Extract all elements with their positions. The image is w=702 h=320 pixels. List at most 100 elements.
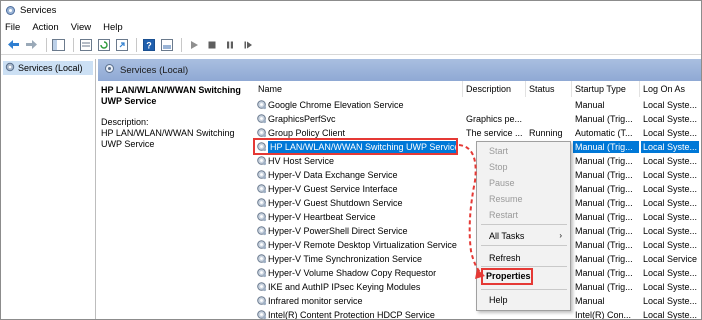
toolbar: ? bbox=[1, 35, 701, 55]
service-logon-cell: Local Syste... bbox=[643, 114, 698, 124]
menu-help[interactable]: Help bbox=[103, 22, 123, 33]
context-item-help[interactable]: Help bbox=[489, 295, 508, 305]
console-icon[interactable] bbox=[159, 37, 174, 52]
service-logon-cell: Local Syste... bbox=[643, 128, 698, 138]
menu-file[interactable]: File bbox=[5, 22, 20, 33]
service-gear-icon bbox=[256, 295, 267, 308]
column-header-description[interactable]: Description bbox=[466, 84, 511, 94]
list-header: Name Description Status Startup Type Log… bbox=[253, 81, 701, 97]
column-header-name[interactable]: Name bbox=[258, 84, 282, 94]
pane-header-title: Services (Local) bbox=[120, 64, 189, 76]
services-gear-icon bbox=[5, 62, 15, 74]
description-label: Description: bbox=[101, 117, 149, 127]
menu-view[interactable]: View bbox=[71, 22, 91, 33]
tree-item-services-local[interactable]: Services (Local) bbox=[3, 61, 93, 75]
service-name-cell: GraphicsPerfSvc bbox=[268, 114, 336, 124]
service-gear-icon bbox=[256, 99, 267, 112]
service-logon-cell: Local Syste... bbox=[643, 170, 698, 180]
toolbar-separator bbox=[136, 37, 137, 52]
properties-sheet-icon[interactable] bbox=[78, 37, 93, 52]
pause-service-icon[interactable] bbox=[222, 37, 237, 52]
service-gear-icon bbox=[256, 169, 267, 182]
description-text-line: UWP Service bbox=[101, 139, 155, 149]
service-logon-cell: Local Syste... bbox=[643, 296, 698, 306]
service-gear-icon bbox=[256, 281, 267, 294]
start-service-icon[interactable] bbox=[186, 37, 201, 52]
service-name-cell: Hyper-V Guest Service Interface bbox=[268, 184, 398, 194]
service-gear-icon bbox=[256, 239, 267, 252]
window-title: Services bbox=[20, 4, 57, 16]
service-startup-cell: Manual (Trig... bbox=[575, 198, 633, 208]
service-status-cell: Running bbox=[529, 128, 563, 138]
menu-action[interactable]: Action bbox=[32, 22, 58, 33]
services-gear-icon bbox=[5, 5, 16, 16]
service-logon-cell: Local Syste... bbox=[643, 282, 698, 292]
service-name-cell: Hyper-V Remote Desktop Virtualization Se… bbox=[268, 240, 457, 250]
forward-arrow-icon[interactable] bbox=[24, 37, 39, 52]
service-startup-cell: Manual (Trig... bbox=[575, 282, 633, 292]
column-header-status[interactable]: Status bbox=[529, 84, 555, 94]
column-header-log-on-as[interactable]: Log On As bbox=[643, 84, 685, 94]
service-name-cell: Hyper-V Guest Shutdown Service bbox=[268, 198, 403, 208]
service-logon-cell: Local Syste... bbox=[643, 226, 698, 236]
service-startup-cell: Manual (Trig... bbox=[575, 268, 633, 278]
restart-service-icon[interactable] bbox=[240, 37, 255, 52]
service-startup-cell: Manual (Trig... bbox=[575, 254, 633, 264]
description-pane: HP LAN/WLAN/WWAN Switching UWP Service D… bbox=[101, 85, 249, 150]
service-startup-cell: Manual (Trig... bbox=[575, 212, 633, 222]
service-logon-cell: Local Syste... bbox=[641, 141, 699, 153]
service-name-cell: Hyper-V Time Synchronization Service bbox=[268, 254, 423, 264]
service-name-cell: Hyper-V Heartbeat Service bbox=[268, 212, 376, 222]
service-logon-cell: Local Syste... bbox=[643, 240, 698, 250]
description-text-line: HP LAN/WLAN/WWAN Switching bbox=[101, 128, 235, 138]
service-startup-cell: Manual (Trig... bbox=[575, 114, 633, 124]
submenu-arrow-icon: › bbox=[559, 231, 562, 240]
table-row[interactable]: GraphicsPerfSvc Graphics pe... Manual (Tri… bbox=[253, 112, 701, 126]
toolbar-separator bbox=[181, 37, 182, 52]
service-gear-icon bbox=[256, 155, 267, 168]
toolbar-separator bbox=[73, 37, 74, 52]
services-window: Services File Action View Help ? Service… bbox=[0, 0, 702, 320]
service-gear-icon bbox=[256, 267, 267, 280]
service-gear-icon bbox=[256, 183, 267, 196]
service-startup-cell: Manual (Trig... bbox=[575, 184, 633, 194]
service-logon-cell: Local Syste... bbox=[643, 212, 698, 222]
service-name-cell: Hyper-V Data Exchange Service bbox=[268, 170, 398, 180]
service-startup-cell: Manual (Trig... bbox=[575, 226, 633, 236]
column-header-startup-type[interactable]: Startup Type bbox=[575, 84, 626, 94]
tree-item-label: Services (Local) bbox=[18, 63, 83, 73]
service-logon-cell: Local Syste... bbox=[643, 198, 698, 208]
column-divider[interactable] bbox=[639, 81, 640, 97]
service-logon-cell: Local Syste... bbox=[643, 268, 698, 278]
service-gear-icon bbox=[256, 253, 267, 266]
service-gear-icon bbox=[256, 211, 267, 224]
service-startup-cell: Manual (Trig... bbox=[573, 141, 639, 153]
toolbar-separator bbox=[46, 37, 47, 52]
console-tree: Services (Local) bbox=[1, 59, 96, 319]
column-divider[interactable] bbox=[462, 81, 463, 97]
column-divider[interactable] bbox=[571, 81, 572, 97]
service-logon-cell: Local Syste... bbox=[643, 310, 698, 320]
table-row[interactable]: Google Chrome Elevation Service Manual Loc… bbox=[253, 98, 701, 112]
service-status-cell bbox=[529, 99, 571, 111]
description-text: HP LAN/WLAN/WWAN Switching UWP Service bbox=[101, 128, 249, 150]
service-description-cell: The service ... bbox=[466, 128, 523, 138]
service-logon-cell: Local Syste... bbox=[643, 100, 698, 110]
service-logon-cell: Local Service bbox=[643, 254, 698, 264]
service-startup-cell: Manual (Trig... bbox=[575, 240, 633, 250]
service-startup-cell: Intel(R) Con... bbox=[575, 310, 632, 320]
refresh-icon[interactable] bbox=[96, 37, 111, 52]
column-divider[interactable] bbox=[525, 81, 526, 97]
back-arrow-icon[interactable] bbox=[6, 37, 21, 52]
service-name-cell: Hyper-V Volume Shadow Copy Requestor bbox=[268, 268, 437, 278]
service-startup-cell: Manual bbox=[575, 296, 605, 306]
service-name-cell: Hyper-V PowerShell Direct Service bbox=[268, 226, 408, 236]
service-logon-cell: Local Syste... bbox=[643, 184, 698, 194]
stop-service-icon[interactable] bbox=[204, 37, 219, 52]
service-name-cell: Infrared monitor service bbox=[268, 296, 363, 306]
service-startup-cell: Manual (Trig... bbox=[575, 170, 633, 180]
export-list-icon[interactable] bbox=[114, 37, 129, 52]
service-gear-icon bbox=[256, 113, 267, 126]
help-icon[interactable]: ? bbox=[141, 37, 156, 52]
show-hide-tree-icon[interactable] bbox=[51, 37, 66, 52]
